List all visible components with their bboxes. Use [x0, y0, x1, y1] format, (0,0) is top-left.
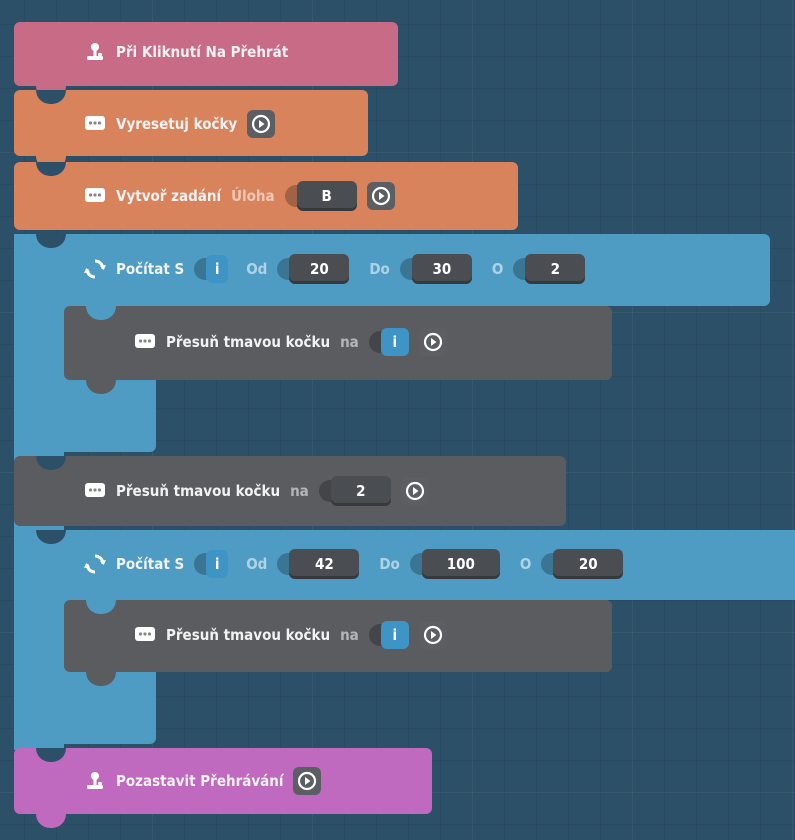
refresh-icon	[84, 258, 106, 280]
event-label: Při Kliknutí Na Přehrát	[116, 43, 289, 61]
move1-keyword: na	[340, 333, 359, 351]
loop2-step-keyword: O	[519, 555, 532, 573]
play-button[interactable]	[400, 477, 429, 505]
loop1-var[interactable]: i	[206, 255, 229, 283]
move3-keyword: na	[340, 626, 359, 644]
refresh-icon	[84, 553, 106, 575]
move3-var[interactable]: i	[380, 621, 409, 649]
loop1-from-slot[interactable]: 20	[277, 254, 350, 284]
loop2-from-keyword: Od	[246, 555, 268, 573]
play-button[interactable]	[366, 182, 395, 210]
chat-icon	[134, 624, 156, 646]
loop1-from-keyword: Od	[246, 260, 268, 278]
pause-label: Pozastavit Přehrávání	[116, 772, 284, 790]
task-value-slot[interactable]: B	[284, 181, 357, 211]
move2-value[interactable]: 2	[330, 476, 391, 506]
move1-var-slot[interactable]: i	[368, 328, 409, 356]
move-cat-block-2[interactable]: Přesuň tmavou kočku na 2	[14, 456, 566, 526]
move-cat-block-3[interactable]: Přesuň tmavou kočku na i	[64, 600, 612, 686]
play-button[interactable]	[293, 767, 322, 795]
move3-label: Přesuň tmavou kočku	[166, 626, 331, 644]
loop2-step[interactable]: 20	[553, 549, 624, 579]
loop-block-2[interactable]: Počítat S i Od 42 Do 100 O 20	[14, 530, 795, 600]
loop2-from[interactable]: 42	[289, 549, 360, 579]
loop2-to-slot[interactable]: 100	[409, 549, 500, 579]
loop1-label: Počítat S	[116, 260, 185, 278]
move1-label: Přesuň tmavou kočku	[166, 333, 331, 351]
move1-var[interactable]: i	[380, 328, 409, 356]
pause-playback-block[interactable]: Pozastavit Přehrávání	[14, 748, 432, 828]
chat-icon	[134, 331, 156, 353]
loop1-from[interactable]: 20	[289, 254, 350, 284]
task-param-keyword: Úloha	[231, 187, 275, 205]
chat-icon	[84, 113, 106, 135]
loop2-step-slot[interactable]: 20	[541, 549, 624, 579]
loop1-step-slot[interactable]: 2	[513, 254, 586, 284]
task-value[interactable]: B	[296, 181, 357, 211]
loop1-to[interactable]: 30	[411, 254, 472, 284]
event-block[interactable]: Při Kliknutí Na Přehrát	[14, 22, 398, 100]
reset-cats-block[interactable]: Vyresetuj kočky	[14, 90, 368, 170]
chat-icon	[84, 185, 106, 207]
task-label: Vytvoř zadání	[116, 187, 222, 205]
play-button[interactable]	[418, 328, 447, 356]
move3-var-slot[interactable]: i	[368, 621, 409, 649]
move2-keyword: na	[290, 482, 309, 500]
loop-block-1[interactable]: Počítat S i Od 20 Do 30 O 2	[14, 234, 770, 306]
loop1-var-slot[interactable]: i	[194, 255, 229, 283]
loop1-to-slot[interactable]: 30	[399, 254, 472, 284]
play-button[interactable]	[247, 110, 276, 138]
loop2-to-keyword: Do	[379, 555, 400, 573]
play-button[interactable]	[418, 621, 447, 649]
reset-label: Vyresetuj kočky	[116, 115, 238, 133]
loop1-to-keyword: Do	[369, 260, 390, 278]
loop2-label: Počítat S	[116, 555, 185, 573]
loop2-var[interactable]: i	[206, 550, 229, 578]
create-task-block[interactable]: Vytvoř zadání Úloha B	[14, 162, 518, 230]
joystick-icon	[84, 770, 106, 792]
loop2-from-slot[interactable]: 42	[277, 549, 360, 579]
loop2-var-slot[interactable]: i	[194, 550, 229, 578]
move-cat-block-1[interactable]: Přesuň tmavou kočku na i	[64, 306, 612, 394]
joystick-icon	[84, 41, 106, 63]
chat-icon	[84, 480, 106, 502]
loop2-to[interactable]: 100	[421, 549, 500, 579]
move2-label: Přesuň tmavou kočku	[116, 482, 281, 500]
move2-value-slot[interactable]: 2	[318, 476, 391, 506]
loop1-step-keyword: O	[491, 260, 504, 278]
loop1-step[interactable]: 2	[525, 254, 586, 284]
